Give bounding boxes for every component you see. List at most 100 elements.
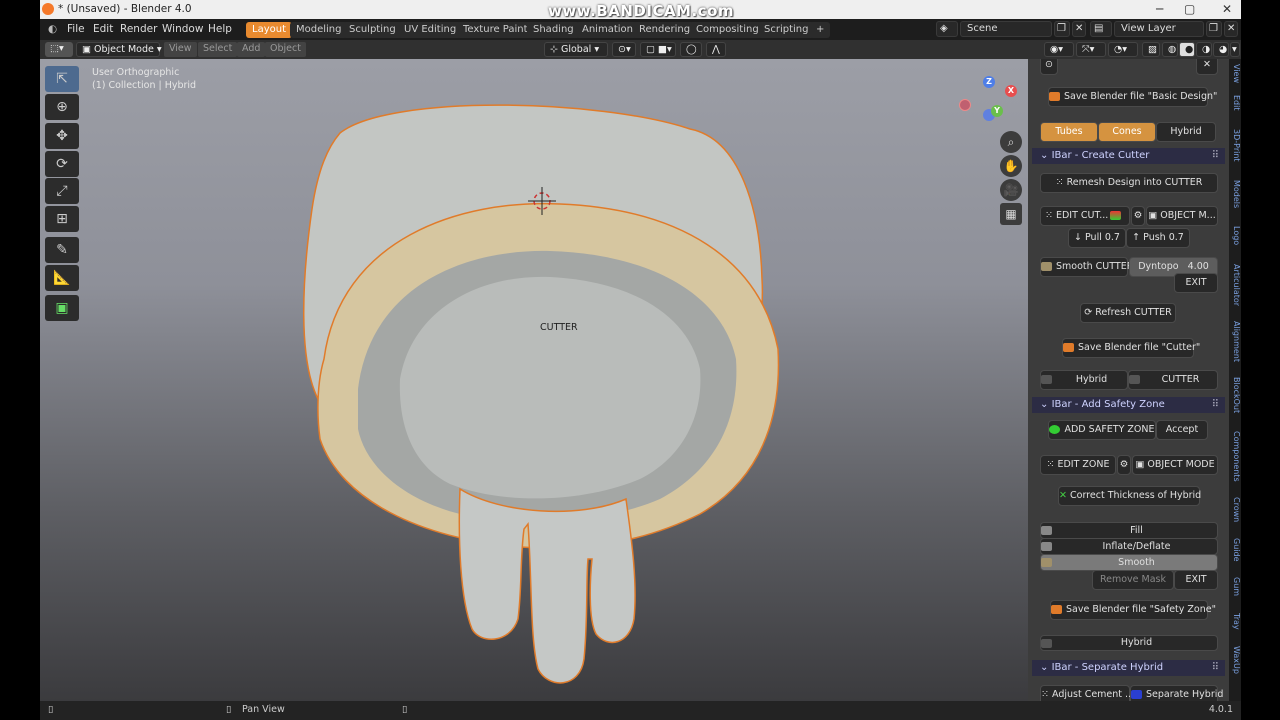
- view-layer-field[interactable]: View Layer: [1114, 21, 1204, 37]
- y-axis-icon[interactable]: Y: [991, 105, 1003, 117]
- correct-thickness-button[interactable]: ✕ Correct Thickness of Hybrid: [1058, 486, 1201, 506]
- tooth-model[interactable]: [40, 59, 1028, 701]
- overlay-icon[interactable]: ◔▾: [1108, 42, 1138, 57]
- view-layer-icon[interactable]: ▤: [1090, 21, 1112, 37]
- pull-button[interactable]: ↓ Pull 0.7: [1068, 228, 1126, 248]
- tab-guide[interactable]: Guide: [1229, 535, 1241, 565]
- tab-components[interactable]: Components: [1229, 427, 1241, 485]
- rotate-tool-icon[interactable]: ⟳: [45, 151, 79, 177]
- exit-button[interactable]: EXIT: [1174, 273, 1218, 293]
- add-safety-zone-button[interactable]: ADD SAFETY ZONE: [1048, 420, 1156, 440]
- drag-handle-icon[interactable]: ⠿: [1212, 662, 1219, 673]
- tab-blockout[interactable]: BlockOut: [1229, 374, 1241, 416]
- remove-mask-button[interactable]: Remove Mask: [1092, 570, 1174, 590]
- tab-scripting[interactable]: Scripting: [758, 22, 815, 38]
- tab-view[interactable]: View: [1229, 61, 1241, 85]
- add-cube-tool-icon[interactable]: ▣: [45, 295, 79, 321]
- select-tool-icon[interactable]: ⇱: [45, 66, 79, 92]
- object-mode-button[interactable]: ▣ OBJECT MODE: [1132, 455, 1218, 475]
- cones-button[interactable]: Cones: [1098, 122, 1156, 142]
- editor-type-icon[interactable]: ⬚▾: [45, 42, 73, 57]
- gizmo-icon[interactable]: ⤧▾: [1076, 42, 1106, 57]
- tab-animation[interactable]: Animation: [576, 22, 639, 38]
- inflate-deflate-button[interactable]: Inflate/Deflate: [1040, 538, 1218, 555]
- save-cutter-button[interactable]: Save Blender file "Cutter": [1062, 338, 1200, 358]
- scale-tool-icon[interactable]: ⤢: [45, 178, 79, 204]
- tab-articulator[interactable]: Articulator: [1229, 260, 1241, 310]
- measure-tool-icon[interactable]: 📐: [45, 265, 79, 291]
- refresh-cutter-button[interactable]: ⟳ Refresh CUTTER: [1080, 303, 1176, 323]
- grid-icon[interactable]: ▦: [1000, 203, 1022, 225]
- new-scene-icon[interactable]: ❐: [1054, 21, 1070, 37]
- add-workspace-button[interactable]: +: [810, 22, 831, 38]
- menu-file[interactable]: File: [67, 23, 85, 35]
- annotate-tool-icon[interactable]: ✎: [45, 237, 79, 263]
- hybrid-toggle[interactable]: Hybrid: [1040, 370, 1128, 390]
- tab-sculpting[interactable]: Sculpting: [343, 22, 402, 38]
- shading-options-icon[interactable]: ▾: [1230, 42, 1240, 57]
- push-button[interactable]: ↑ Push 0.7: [1126, 228, 1190, 248]
- menu-view[interactable]: View: [164, 42, 197, 57]
- maximize-icon[interactable]: ▢: [1184, 2, 1195, 16]
- drag-handle-icon[interactable]: ⠿: [1212, 399, 1219, 410]
- save-basic-design-button[interactable]: Save Blender file "Basic Design": [1048, 87, 1217, 107]
- blender-menu-icon[interactable]: ◐: [48, 23, 57, 35]
- delete-view-layer-icon[interactable]: ✕: [1224, 21, 1238, 37]
- delete-scene-icon[interactable]: ✕: [1072, 21, 1086, 37]
- tab-gum[interactable]: Gum: [1229, 575, 1241, 599]
- menu-edit[interactable]: Edit: [93, 23, 113, 35]
- xray-icon[interactable]: ▨: [1142, 42, 1160, 57]
- panel-top-icon[interactable]: ⊙: [1040, 59, 1058, 75]
- cursor-tool-icon[interactable]: ⊕: [45, 94, 79, 120]
- adjust-cement-button[interactable]: ⁙ Adjust Cement ...: [1040, 685, 1134, 701]
- wrench-icon[interactable]: ⚙: [1117, 455, 1131, 475]
- wireframe-shading-icon[interactable]: ◍: [1162, 42, 1178, 57]
- zoom-icon[interactable]: ⌕: [1000, 131, 1022, 153]
- move-tool-icon[interactable]: ✥: [45, 123, 79, 149]
- remesh-button[interactable]: ⁙ Remesh Design into CUTTER: [1040, 173, 1218, 193]
- snap-icon[interactable]: ▢ ■▾: [640, 42, 676, 57]
- falloff-icon[interactable]: ⋀: [706, 42, 726, 57]
- object-m-button[interactable]: ▣ OBJECT M...: [1146, 206, 1218, 226]
- pivot-icon[interactable]: ⊙▾: [612, 42, 636, 57]
- tab-rendering[interactable]: Rendering: [633, 22, 697, 38]
- exit-sculpt-button[interactable]: EXIT: [1174, 570, 1218, 590]
- tab-tray[interactable]: Tray: [1229, 609, 1241, 633]
- separate-hybrid-section[interactable]: ⌄ IBar - Separate Hybrid ⠿: [1032, 660, 1225, 676]
- mode-selector[interactable]: ▣ Object Mode ▾: [76, 42, 162, 57]
- hybrid-button[interactable]: Hybrid: [1156, 122, 1216, 142]
- smooth-cutter-button[interactable]: Smooth CUTTER: [1040, 257, 1133, 277]
- transform-tool-icon[interactable]: ⊞: [45, 206, 79, 232]
- tab-models[interactable]: Models: [1229, 176, 1241, 212]
- solid-shading-icon[interactable]: ●: [1179, 42, 1195, 57]
- menu-window[interactable]: Window: [162, 23, 203, 35]
- tab-uv-editing[interactable]: UV Editing: [398, 22, 463, 38]
- scene-field[interactable]: Scene: [960, 21, 1052, 37]
- menu-render[interactable]: Render: [120, 23, 157, 35]
- save-safety-zone-button[interactable]: Save Blender file "Safety Zone": [1050, 600, 1216, 620]
- z-axis-icon[interactable]: Z: [983, 76, 995, 88]
- tab-waxup[interactable]: WaxUp: [1229, 643, 1241, 677]
- material-shading-icon[interactable]: ◑: [1196, 42, 1212, 57]
- pan-hand-icon[interactable]: ✋: [1000, 155, 1022, 177]
- accept-button[interactable]: Accept: [1156, 420, 1208, 440]
- tubes-button[interactable]: Tubes: [1040, 122, 1098, 142]
- edit-zone-button[interactable]: ⁙ EDIT ZONE: [1040, 455, 1116, 475]
- tab-alignment[interactable]: Alignment: [1229, 317, 1241, 365]
- separate-hybrid-button[interactable]: Separate Hybrid: [1130, 685, 1223, 701]
- menu-add[interactable]: Add: [237, 42, 266, 57]
- safety-zone-section[interactable]: ⌄ IBar - Add Safety Zone ⠿: [1032, 397, 1225, 413]
- tab-shading[interactable]: Shading: [527, 22, 580, 38]
- tab-logo[interactable]: Logo: [1229, 223, 1241, 249]
- proportional-edit-icon[interactable]: ◯: [680, 42, 702, 57]
- drag-handle-icon[interactable]: ⠿: [1212, 150, 1219, 161]
- tab-texture-paint[interactable]: Texture Paint: [457, 22, 534, 38]
- neg-x-axis-icon[interactable]: [959, 99, 971, 111]
- x-axis-icon[interactable]: X: [1005, 85, 1017, 97]
- new-view-layer-icon[interactable]: ❐: [1206, 21, 1222, 37]
- fill-button[interactable]: Fill: [1040, 522, 1218, 539]
- tab-edit[interactable]: Edit: [1229, 92, 1241, 114]
- tab-3d-print[interactable]: 3D-Print: [1229, 125, 1241, 165]
- close-icon[interactable]: ✕: [1222, 2, 1232, 16]
- tab-modeling[interactable]: Modeling: [290, 22, 348, 38]
